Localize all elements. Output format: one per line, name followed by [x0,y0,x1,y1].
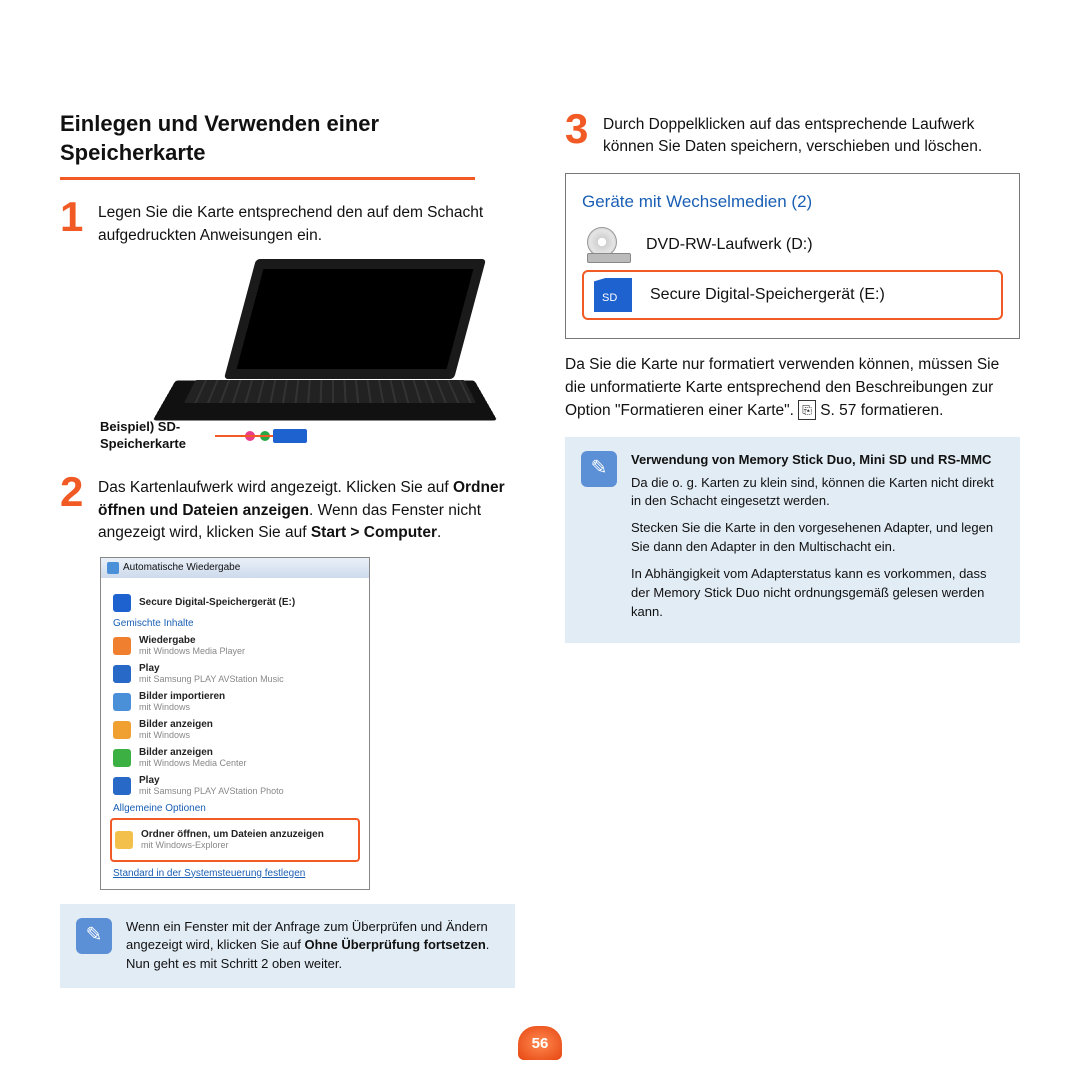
mediacenter-icon [113,749,131,767]
step-2: 2 Das Kartenlaufwerk wird angezeigt. Kli… [60,473,515,544]
list-item[interactable]: Bilder anzeigenmit Windows Media Center [113,747,357,769]
picture-icon [113,721,131,739]
pencil-icon: ✎ [581,451,617,487]
section-title: Einlegen und Verwenden einer Speicherkar… [60,110,515,167]
list-item[interactable]: Playmit Samsung PLAY AVStation Music [113,663,357,685]
controlpanel-link[interactable]: Standard in der Systemsteuerung festlege… [113,868,357,879]
play-icon [113,777,131,795]
device-row: Secure Digital-Speichergerät (E:) [113,594,357,612]
note-text: Da die o. g. Karten zu klein sind, könne… [631,474,1004,512]
format-paragraph: Da Sie die Karte nur formatiert verwende… [565,353,1020,423]
section-general: Allgemeine Optionen [113,803,357,814]
step-number: 1 [60,198,90,247]
step-text: Das Kartenlaufwerk wird angezeigt. Klick… [98,473,515,544]
folder-icon [115,831,133,849]
autoplay-icon [107,562,119,574]
highlighted-option[interactable]: Ordner öffnen, um Dateien anzuzeigenmit … [110,818,360,862]
page-number-badge: 56 [518,1026,562,1060]
page-ref-icon: ⎘ [798,400,816,420]
pencil-icon: ✎ [76,918,112,954]
sd-icon [113,594,131,612]
note-title: Verwendung von Memory Stick Duo, Mini SD… [631,451,1004,470]
step-number: 2 [60,473,90,544]
callout-label: Beispiel) SD- Speicherkarte [100,419,186,453]
section-mixed: Gemischte Inhalte [113,618,357,629]
list-item[interactable]: Wiedergabemit Windows Media Player [113,635,357,657]
drive-row-dvd[interactable]: DVD-RW-Laufwerk (D:) [582,220,1003,270]
note-text: Stecken Sie die Karte in den vorgesehene… [631,519,1004,557]
laptop-illustration: Beispiel) SD- Speicherkarte [60,259,490,459]
play-icon [113,665,131,683]
autoplay-dialog: Automatische Wiedergabe Secure Digital-S… [100,557,370,890]
title-underline [60,177,475,180]
note-box-left: ✎ Wenn ein Fenster mit der Anfrage zum Ü… [60,904,515,989]
sd-card-icon [273,429,307,443]
list-item[interactable]: Bilder anzeigenmit Windows [113,719,357,741]
drive-label: DVD-RW-Laufwerk (D:) [646,236,813,254]
step-3: 3 Durch Doppelklicken auf das entspreche… [565,110,1020,159]
step-number: 3 [565,110,595,159]
drives-panel: Geräte mit Wechselmedien (2) DVD-RW-Lauf… [565,173,1020,339]
sd-drive-icon [590,276,636,314]
step-1: 1 Legen Sie die Karte entsprechend den a… [60,198,515,247]
dialog-titlebar: Automatische Wiedergabe [101,558,369,578]
camera-icon [113,693,131,711]
note-text: In Abhängigkeit vom Adapterstatus kann e… [631,565,1004,622]
step-text: Durch Doppelklicken auf das entsprechend… [603,110,1020,159]
device-label: Secure Digital-Speichergerät (E:) [139,597,295,608]
note-box-right: ✎ Verwendung von Memory Stick Duo, Mini … [565,437,1020,644]
step-text: Legen Sie die Karte entsprechend den auf… [98,198,515,247]
drive-row-sd[interactable]: Secure Digital-Speichergerät (E:) [582,270,1003,320]
note-text: Wenn ein Fenster mit der Anfrage zum Übe… [126,918,499,975]
list-item[interactable]: Playmit Samsung PLAY AVStation Photo [113,775,357,797]
dvd-drive-icon [586,226,632,264]
list-item[interactable]: Bilder importierenmit Windows [113,691,357,713]
dialog-title: Automatische Wiedergabe [123,562,240,573]
drives-heading: Geräte mit Wechselmedien (2) [582,192,1003,212]
drive-label: Secure Digital-Speichergerät (E:) [650,286,885,304]
play-icon [113,637,131,655]
